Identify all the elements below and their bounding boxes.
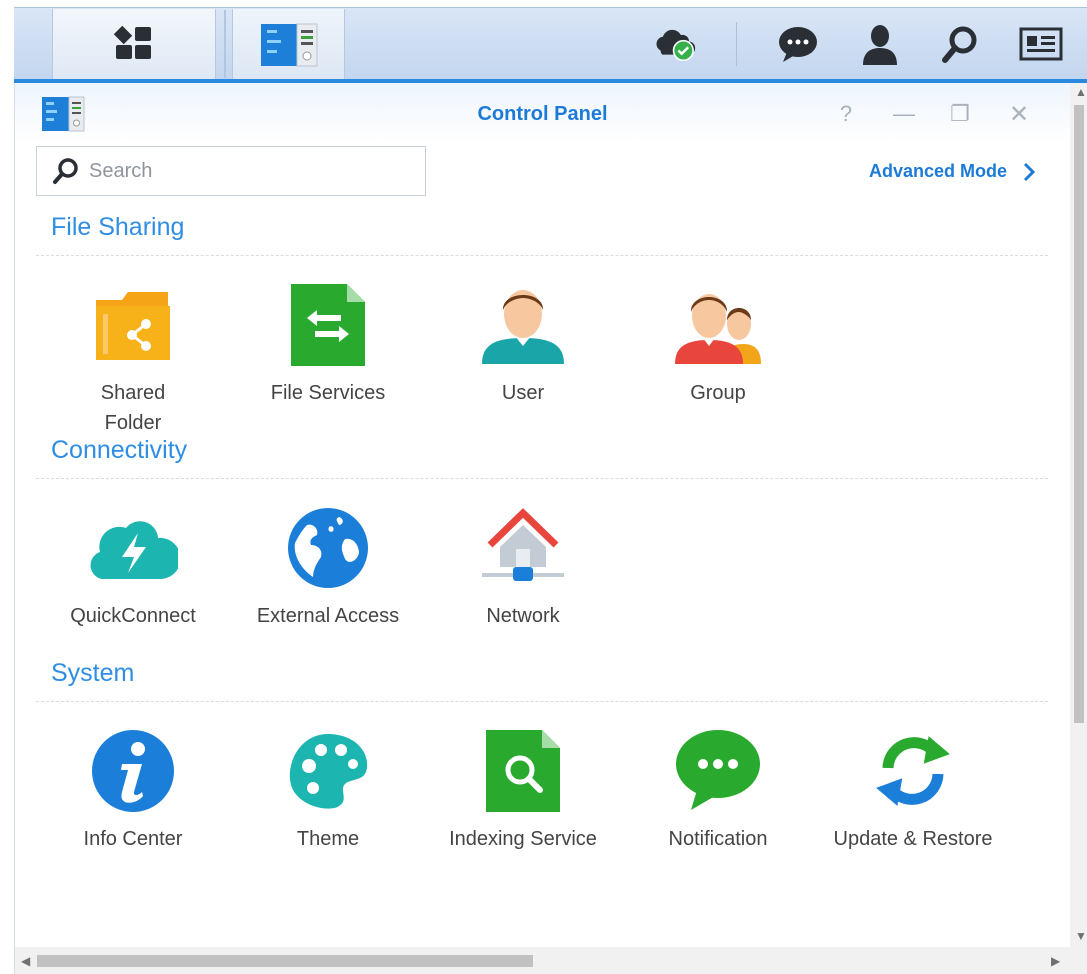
file-services-icon [291,284,365,366]
widgets-button[interactable] [1019,22,1063,66]
tile-label: User [501,382,545,404]
horizontal-scroll-thumb[interactable] [37,955,533,967]
user-account-icon [863,25,897,65]
advanced-mode-label: Advanced Mode [868,161,1007,181]
tile-label: Network [486,605,560,627]
tile-group[interactable]: Group [623,280,813,408]
control-panel-window: Control Panel ? — ❐ ✕ Advanced Mode File… [14,83,1087,974]
tile-label: Group [690,382,746,404]
minimize-icon: — [893,101,915,126]
chevron-right-icon [1023,162,1035,181]
control-panel-icon [260,23,317,67]
search-input[interactable] [89,159,409,183]
vertical-scrollbar[interactable]: ▲ ▼ [1070,83,1087,947]
external-access-icon [288,508,368,588]
tile-quickconnect[interactable]: QuickConnect [38,503,228,631]
notification-icon [676,730,760,810]
restore-button[interactable]: ❐ [947,101,973,127]
scroll-right-arrow-icon[interactable]: ▶ [1051,954,1060,968]
tile-info-center[interactable]: Info Center [38,726,228,854]
tile-user[interactable]: User [428,280,618,408]
section-divider [36,255,1048,256]
section-title-file-sharing: File Sharing [51,213,185,241]
tile-file-services[interactable]: File Services [233,280,423,408]
taskbar [14,7,1087,79]
shared-folder-icon [96,292,170,360]
widgets-icon [1019,27,1063,61]
quickconnect-icon [90,521,178,579]
help-icon: ? [839,101,853,126]
tile-label: Notification [668,828,768,850]
main-menu-button[interactable] [52,9,216,79]
restore-icon: ❐ [950,101,970,126]
tile-external-access[interactable]: External Access [233,503,423,631]
tile-notification[interactable]: Notification [623,726,813,854]
section-divider [36,701,1048,702]
scroll-down-arrow-icon[interactable]: ▼ [1075,929,1087,943]
tray-divider [736,22,737,66]
theme-icon [289,734,368,809]
close-icon: ✕ [1008,100,1030,128]
network-icon [482,508,564,581]
tile-theme[interactable]: Theme [233,726,423,854]
chat-icon [779,27,817,62]
indexing-service-icon [486,730,560,812]
section-divider [36,478,1048,479]
advanced-mode-link[interactable]: Advanced Mode [869,161,1035,182]
search-field[interactable] [36,146,426,196]
control-panel-task-button[interactable] [232,9,345,79]
tile-label: Info Center [83,828,183,850]
window-header[interactable]: Control Panel ? — ❐ ✕ [15,83,1070,143]
minimize-button[interactable]: — [891,101,917,127]
cloud-sync-status-button[interactable] [654,22,698,66]
section-title-system: System [51,659,135,687]
help-button[interactable]: ? [833,101,859,127]
scroll-up-arrow-icon[interactable]: ▲ [1075,85,1087,99]
search-button[interactable] [938,22,982,66]
group-icon [675,294,761,364]
user-icon [482,290,564,364]
vertical-scroll-thumb[interactable] [1074,105,1084,723]
update-restore-icon [876,736,950,806]
tile-label: QuickConnect [70,605,196,627]
tile-shared-folder[interactable]: Shared Folder [38,280,228,438]
user-account-button[interactable] [858,22,902,66]
tile-label: Theme [296,828,360,850]
tile-label: File Services [270,382,386,404]
tile-label: Shared Folder [100,382,166,434]
cloud-sync-icon [656,29,696,62]
info-center-icon [92,730,174,812]
section-title-connectivity: Connectivity [51,436,188,464]
tile-network[interactable]: Network [428,503,618,631]
tile-label: Update & Restore [833,828,993,850]
horizontal-scrollbar[interactable]: ◀ ▶ [15,947,1087,974]
search-icon [942,26,977,63]
tile-update-restore[interactable]: Update & Restore [818,726,1008,854]
chat-button[interactable] [776,22,820,66]
close-button[interactable]: ✕ [1006,100,1032,128]
scroll-left-arrow-icon[interactable]: ◀ [21,954,30,968]
main-menu-icon [113,25,151,59]
search-icon [53,158,78,184]
tile-indexing-service[interactable]: Indexing Service [428,726,618,854]
taskbar-divider [224,10,226,78]
tile-label: Indexing Service [449,828,597,850]
tile-label: External Access [256,605,400,627]
